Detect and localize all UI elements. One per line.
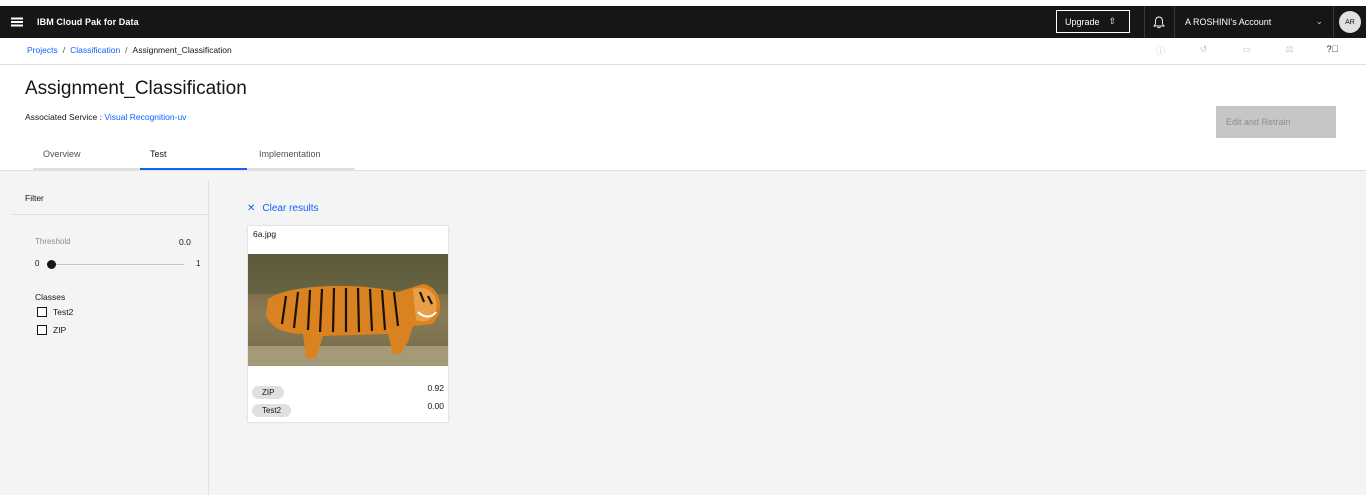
title-area: Assignment_Classification Associated Ser… [0, 65, 1366, 171]
upgrade-arrow-icon: ⇧ [1108, 16, 1117, 26]
result-card[interactable]: 6a.jpg ZIP 0.92 Test2 0.00 [248, 226, 448, 422]
breadcrumb-current: Assignment_Classification [132, 45, 232, 55]
filter-divider [11, 214, 208, 215]
history-icon[interactable]: ↺ [1182, 44, 1225, 57]
edit-retrain-button[interactable]: Edit and Retrain [1216, 106, 1336, 138]
tab-test[interactable]: Test [140, 141, 247, 170]
brand-name[interactable]: IBM Cloud Pak for Data [37, 17, 139, 27]
class-option-zip[interactable]: ZIP [37, 325, 66, 335]
info-icon[interactable]: ⓘ [1139, 44, 1182, 57]
slider-min: 0 [35, 259, 40, 268]
clear-results-label: Clear results [262, 203, 319, 214]
chevron-down-icon: ⌄ [1315, 16, 1323, 26]
content-area: Filter Threshold 0.0 0 1 Classes Test2 Z… [0, 171, 1366, 495]
classes-title: Classes [35, 292, 66, 302]
class-score: 0.92 [427, 383, 444, 393]
avatar[interactable]: AR [1339, 11, 1361, 33]
help-icon[interactable]: ?⃝ [1311, 44, 1354, 57]
class-tag: ZIP [252, 386, 285, 399]
threshold-value: 0.0 [179, 237, 191, 247]
class-label: ZIP [53, 325, 67, 335]
account-name: A ROSHINI's Account [1185, 17, 1272, 27]
associated-service: Associated Service : Visual Recognition-… [25, 112, 186, 122]
class-tag: Test2 [252, 404, 292, 417]
upgrade-button[interactable]: Upgrade ⇧ [1056, 10, 1130, 33]
breadcrumb-projects[interactable]: Projects [27, 45, 58, 55]
breadcrumb-bar: Projects / Classification / Assignment_C… [0, 38, 1366, 65]
checkbox[interactable] [37, 325, 47, 335]
close-icon: ✕ [247, 203, 256, 214]
page-title: Assignment_Classification [25, 78, 247, 99]
tiger-image [248, 254, 448, 366]
tab-overview[interactable]: Overview [33, 141, 140, 170]
tab-bar: Overview Test Implementation [33, 141, 355, 170]
breadcrumb: Projects / Classification / Assignment_C… [27, 45, 232, 55]
threshold-slider-handle[interactable] [47, 260, 56, 269]
filter-title: Filter [25, 193, 44, 203]
tab-implementation[interactable]: Implementation [247, 141, 355, 170]
account-switcher[interactable]: A ROSHINI's Account ⌄ [1174, 6, 1334, 38]
checkbox[interactable] [37, 307, 47, 317]
hamburger-menu-icon[interactable] [1, 6, 33, 38]
class-score: 0.00 [427, 401, 444, 411]
slider-max: 1 [196, 259, 201, 268]
top-header: IBM Cloud Pak for Data Upgrade ⇧ A ROSHI… [0, 6, 1366, 38]
notification-button[interactable] [1144, 6, 1172, 38]
image-filename: 6a.jpg [253, 229, 277, 239]
breadcrumb-separator: / [125, 45, 128, 55]
breadcrumb-classification[interactable]: Classification [70, 45, 120, 55]
result-row: ZIP 0.92 [252, 383, 444, 400]
threshold-label: Threshold [35, 237, 71, 246]
class-option-test2[interactable]: Test2 [37, 307, 73, 317]
comment-icon[interactable]: ▭ [1225, 44, 1268, 57]
class-label: Test2 [53, 307, 74, 317]
associated-service-link[interactable]: Visual Recognition-uv [104, 112, 186, 122]
filter-panel [10, 181, 209, 495]
threshold-slider-track[interactable] [48, 264, 184, 265]
clear-results-button[interactable]: ✕ Clear results [247, 203, 319, 214]
breadcrumb-separator: / [62, 45, 66, 55]
upgrade-label: Upgrade [1065, 16, 1100, 27]
settings-icon[interactable]: ⚖ [1268, 44, 1311, 57]
bell-icon [1152, 16, 1165, 28]
associated-service-label: Associated Service : [25, 112, 105, 122]
toolbar-icons: ⓘ ↺ ▭ ⚖ ?⃝ [1139, 44, 1354, 57]
result-row: Test2 0.00 [252, 401, 444, 418]
